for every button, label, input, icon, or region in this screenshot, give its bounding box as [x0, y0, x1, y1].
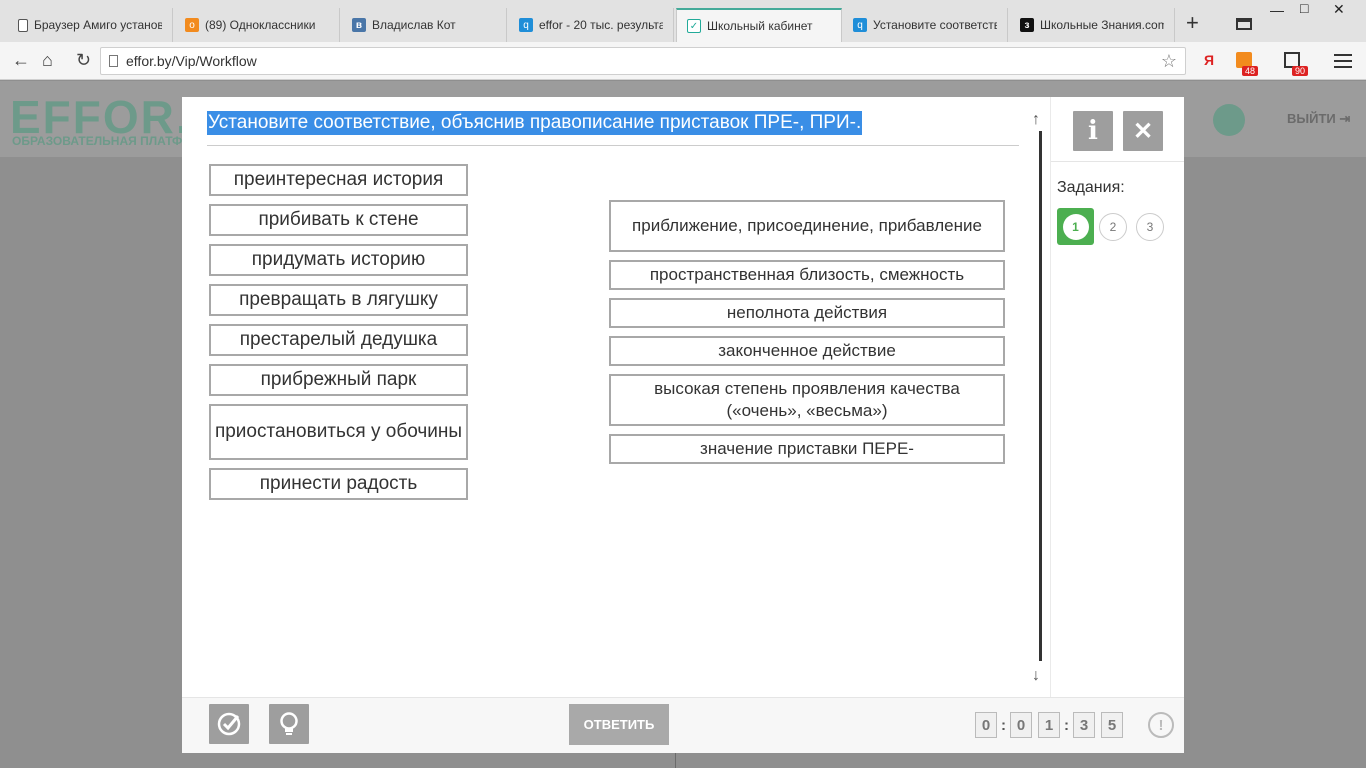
question-title: Установите соответствие, объяснив правоп…	[207, 111, 863, 135]
chat-icon[interactable]	[1213, 104, 1245, 136]
report-error-icon[interactable]: !	[1148, 712, 1174, 738]
timer-digit: 5	[1101, 712, 1123, 738]
page-icon	[109, 55, 118, 67]
right-item[interactable]: законченное действие	[609, 336, 1005, 366]
url-text: effor.by/Vip/Workflow	[126, 53, 257, 69]
search-icon: q	[853, 18, 867, 32]
news-notification-badge: 90	[1292, 66, 1309, 76]
check-button[interactable]	[209, 704, 249, 744]
bookmark-star-icon[interactable]: ☆	[1161, 51, 1177, 72]
modal-footer: ОТВЕТИТЬ 0 : 0 1 : 3 5 !	[182, 697, 1184, 753]
scroll-down-arrow-icon[interactable]: ↓	[1032, 667, 1040, 685]
maximize-button[interactable]: □	[1300, 0, 1308, 16]
scroll-up-arrow-icon[interactable]: ↑	[1032, 111, 1040, 129]
title-divider	[207, 145, 1019, 146]
task-button[interactable]: 3	[1136, 213, 1164, 241]
left-item[interactable]: придумать историю	[209, 244, 468, 276]
check-circle-icon	[217, 712, 241, 736]
lightbulb-icon	[280, 712, 298, 735]
answer-button[interactable]: ОТВЕТИТЬ	[569, 704, 669, 745]
right-item[interactable]: значение приставки ПЕРЕ-	[609, 434, 1005, 464]
browser-tab-active[interactable]: ✓ Школьный кабинет	[676, 8, 842, 42]
browser-toolbar: ← ⌂ ↻ effor.by/Vip/Workflow ☆ Я 48 90	[0, 42, 1366, 80]
tasks-label: Задания:	[1057, 179, 1125, 196]
left-item[interactable]: превращать в лягушку	[209, 284, 468, 316]
close-window-button[interactable]: ✕	[1333, 1, 1345, 18]
znania-icon: з	[1020, 18, 1034, 32]
right-item[interactable]: пространственная близость, смежность	[609, 260, 1005, 290]
timer-separator: :	[1001, 716, 1006, 734]
site-subtitle: ОБРАЗОВАТЕЛЬНАЯ ПЛАТФ	[12, 134, 183, 148]
hint-button[interactable]	[269, 704, 309, 744]
task-button-active[interactable]: 1	[1057, 208, 1094, 245]
new-tab-button[interactable]: +	[1186, 12, 1199, 34]
odnoklassniki-icon: о	[185, 18, 199, 32]
yandex-icon[interactable]: Я	[1204, 52, 1214, 68]
right-item[interactable]: высокая степень проявления качества («оч…	[609, 374, 1005, 426]
scrollbar[interactable]	[1039, 131, 1042, 661]
left-item[interactable]: прибивать к стене	[209, 204, 468, 236]
browser-tabstrip: Браузер Амиго установ о (89) Одноклассни…	[0, 0, 1366, 42]
sidebar-separator	[1051, 161, 1184, 162]
address-bar[interactable]: effor.by/Vip/Workflow ☆	[100, 47, 1186, 75]
vk-icon: в	[352, 18, 366, 32]
info-button[interactable]: i	[1073, 111, 1113, 151]
browser-tab[interactable]: Браузер Амиго установ	[8, 8, 173, 42]
timer-digit: 0	[1010, 712, 1032, 738]
home-icon[interactable]: ⌂	[42, 50, 53, 70]
right-item[interactable]: неполнота действия	[609, 298, 1005, 328]
ok-notification-badge: 48	[1242, 66, 1259, 76]
left-item[interactable]: принести радость	[209, 468, 468, 500]
timer: 0 : 0 1 : 3 5	[975, 712, 1123, 738]
check-icon: ✓	[687, 19, 701, 33]
left-item[interactable]: приостановиться у обочины	[209, 404, 468, 460]
task-number: 1	[1062, 213, 1089, 240]
tab-manager-icon[interactable]	[1236, 18, 1252, 30]
browser-menu-icon[interactable]	[1334, 54, 1352, 68]
browser-tab[interactable]: q effor - 20 тыс. результа	[509, 8, 674, 42]
left-item[interactable]: преинтересная история	[209, 164, 468, 196]
logout-link[interactable]: ВЫЙТИ ⇥	[1287, 111, 1350, 127]
back-arrow-icon[interactable]: ←	[12, 50, 30, 70]
timer-digit: 3	[1073, 712, 1095, 738]
timer-digit: 1	[1038, 712, 1060, 738]
left-item[interactable]: прибрежный парк	[209, 364, 468, 396]
browser-tab[interactable]: з Школьные Знания.com	[1010, 8, 1175, 42]
timer-digit: 0	[975, 712, 997, 738]
browser-tab[interactable]: q Установите соответств	[843, 8, 1008, 42]
timer-separator: :	[1064, 716, 1069, 734]
document-icon	[18, 18, 28, 32]
minimize-button[interactable]: —	[1270, 2, 1284, 18]
browser-tab[interactable]: о (89) Одноклассники	[175, 8, 340, 42]
right-item[interactable]: приближение, присоединение, прибавление	[609, 200, 1005, 252]
browser-tab[interactable]: в Владислав Кот	[342, 8, 507, 42]
search-icon: q	[519, 18, 533, 32]
left-item[interactable]: престарелый дедушка	[209, 324, 468, 356]
close-button[interactable]: ✕	[1123, 111, 1163, 151]
task-modal: Установите соответствие, объяснив правоп…	[182, 97, 1184, 753]
site-divider	[675, 752, 676, 768]
task-button[interactable]: 2	[1099, 213, 1127, 241]
sidebar-divider	[1050, 97, 1051, 697]
reload-icon[interactable]: ↻	[76, 50, 91, 70]
